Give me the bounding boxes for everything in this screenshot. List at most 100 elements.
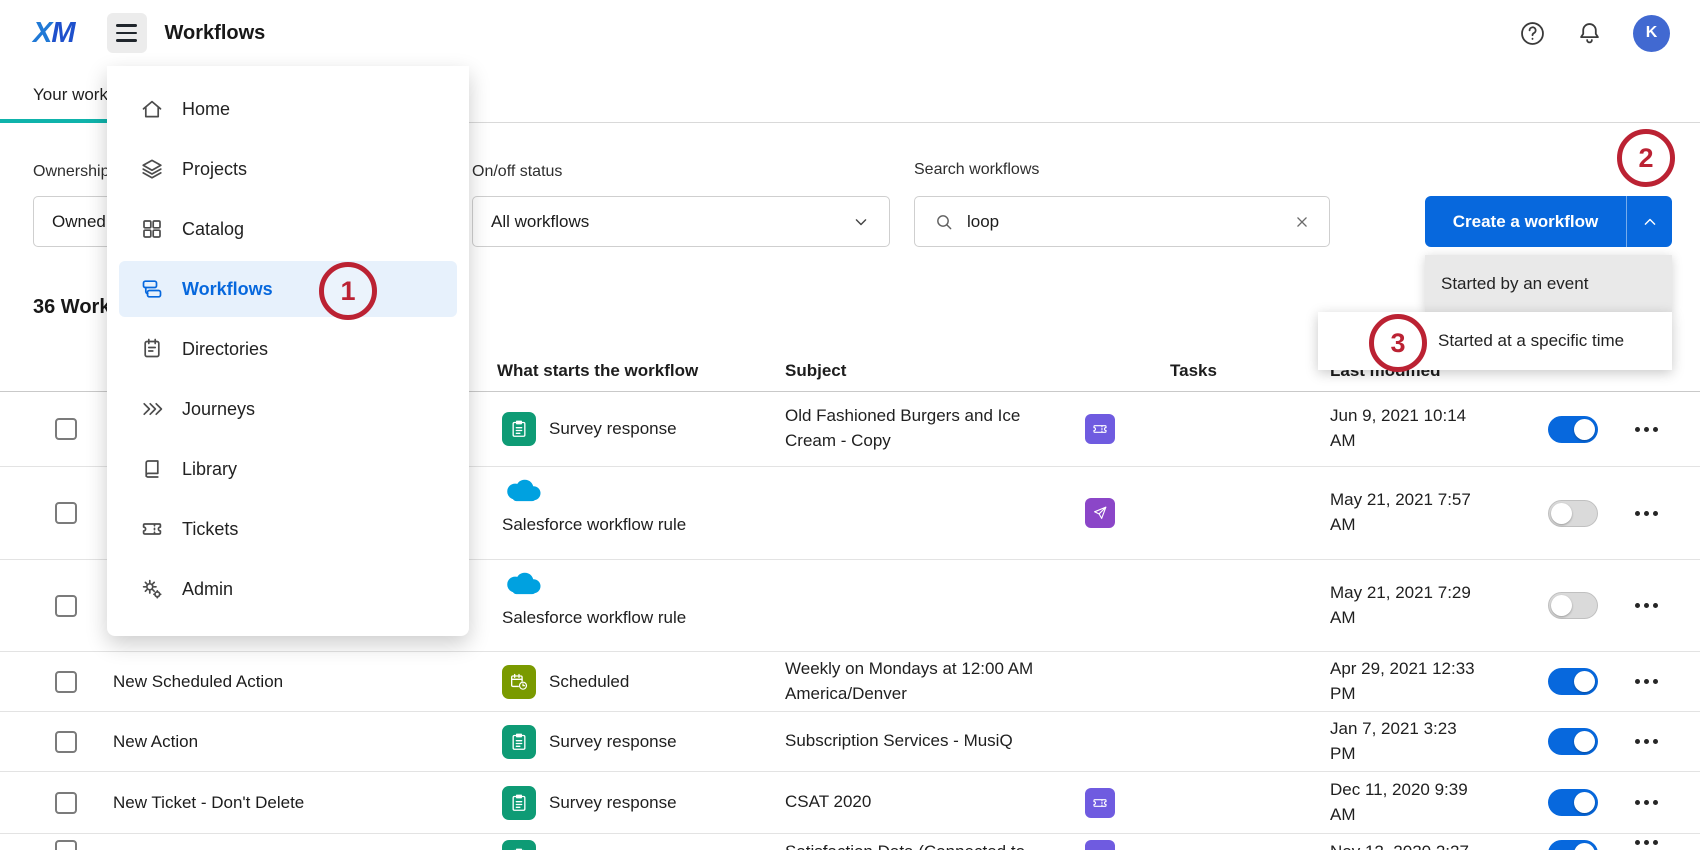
row-actions-button[interactable] bbox=[1625, 427, 1700, 432]
clear-search-icon[interactable] bbox=[1293, 213, 1311, 231]
user-avatar[interactable]: K bbox=[1633, 15, 1670, 52]
table-row: New Ticket - Don't Delete Survey respons… bbox=[0, 772, 1700, 834]
nav-item-admin[interactable]: Admin bbox=[119, 561, 457, 617]
nav-item-directories[interactable]: Directories bbox=[119, 321, 457, 377]
nav-item-workflows[interactable]: Workflows bbox=[119, 261, 457, 317]
xm-logo: XM bbox=[33, 17, 75, 50]
workflow-subject: Satisfaction Data (Connected to Manu bbox=[785, 834, 1085, 850]
row-actions-button[interactable] bbox=[1625, 679, 1700, 684]
catalog-icon bbox=[140, 217, 164, 241]
workflow-subject: CSAT 2020 bbox=[785, 790, 1085, 815]
send-task-icon[interactable] bbox=[1085, 498, 1115, 528]
last-modified: Dec 11, 2020 9:39 AM bbox=[1330, 778, 1520, 827]
nav-item-catalog[interactable]: Catalog bbox=[119, 201, 457, 257]
col-subject: Subject bbox=[785, 361, 1085, 381]
help-button[interactable] bbox=[1519, 20, 1546, 47]
top-bar: XM Workflows K bbox=[0, 0, 1700, 66]
row-checkbox[interactable] bbox=[55, 418, 77, 440]
last-modified: May 21, 2021 7:57 AM bbox=[1330, 488, 1520, 537]
starter-label: Survey response bbox=[549, 419, 677, 439]
survey-response-icon bbox=[502, 786, 536, 820]
library-icon bbox=[140, 457, 164, 481]
table-row: New Scheduled Action Scheduled Weekly on… bbox=[0, 652, 1700, 712]
row-checkbox[interactable] bbox=[55, 840, 77, 850]
scheduled-icon bbox=[502, 665, 536, 699]
workflows-icon bbox=[140, 277, 164, 301]
last-modified: May 21, 2021 7:29 AM bbox=[1330, 581, 1520, 630]
survey-response-icon bbox=[502, 412, 536, 446]
hamburger-menu-button[interactable] bbox=[107, 13, 147, 53]
annotation-circle-1: 1 bbox=[319, 262, 377, 320]
row-checkbox[interactable] bbox=[55, 595, 77, 617]
starter-label: Scheduled bbox=[549, 672, 629, 692]
chevron-up-icon bbox=[1640, 212, 1660, 232]
tickets-icon bbox=[140, 517, 164, 541]
annotation-circle-3: 3 bbox=[1369, 314, 1427, 372]
workflow-toggle[interactable] bbox=[1548, 840, 1598, 850]
directories-icon bbox=[140, 337, 164, 361]
journeys-icon bbox=[140, 397, 164, 421]
workflow-name[interactable] bbox=[105, 834, 497, 840]
starter-label: Survey response bbox=[549, 793, 677, 813]
create-workflow-dropdown-toggle[interactable] bbox=[1627, 196, 1672, 247]
nav-item-tickets[interactable]: Tickets bbox=[119, 501, 457, 557]
workflow-toggle[interactable] bbox=[1548, 500, 1598, 527]
last-modified: Jun 9, 2021 10:14 AM bbox=[1330, 404, 1520, 453]
status-select[interactable]: All workflows bbox=[472, 196, 890, 247]
create-workflow-label[interactable]: Create a workflow bbox=[1425, 196, 1627, 247]
row-checkbox[interactable] bbox=[55, 502, 77, 524]
starter-label: Survey response bbox=[549, 732, 677, 752]
chevron-down-icon bbox=[851, 212, 871, 232]
search-input[interactable] bbox=[967, 212, 1280, 232]
workflow-name[interactable]: New Action bbox=[105, 732, 497, 752]
survey-response-icon bbox=[502, 840, 536, 850]
row-checkbox[interactable] bbox=[55, 792, 77, 814]
search-icon bbox=[934, 212, 954, 232]
workflow-toggle[interactable] bbox=[1548, 789, 1598, 816]
row-checkbox[interactable] bbox=[55, 671, 77, 693]
nav-item-home[interactable]: Home bbox=[119, 81, 457, 137]
admin-icon bbox=[140, 577, 164, 601]
row-actions-button[interactable] bbox=[1625, 511, 1700, 516]
row-actions-button[interactable] bbox=[1625, 800, 1700, 805]
nav-item-journeys[interactable]: Journeys bbox=[119, 381, 457, 437]
workflow-toggle[interactable] bbox=[1548, 728, 1598, 755]
projects-icon bbox=[140, 157, 164, 181]
nav-item-library[interactable]: Library bbox=[119, 441, 457, 497]
workflow-subject: Old Fashioned Burgers and Ice Cream - Co… bbox=[785, 404, 1085, 453]
row-actions-button[interactable] bbox=[1625, 834, 1700, 845]
col-tasks: Tasks bbox=[1085, 361, 1330, 381]
home-icon bbox=[140, 97, 164, 121]
last-modified: Jan 7, 2021 3:23 PM bbox=[1330, 717, 1520, 766]
ticket-task-icon[interactable] bbox=[1085, 414, 1115, 444]
col-starter: What starts the workflow bbox=[497, 361, 785, 381]
menu-item-started-by-event[interactable]: Started by an event bbox=[1425, 255, 1672, 312]
workflow-toggle[interactable] bbox=[1548, 416, 1598, 443]
workflow-subject: Subscription Services - MusiQ bbox=[785, 729, 1085, 754]
last-modified: Nov 12, 2020 2:27 bbox=[1330, 834, 1520, 850]
row-actions-button[interactable] bbox=[1625, 603, 1700, 608]
row-checkbox[interactable] bbox=[55, 731, 77, 753]
ticket-task-icon[interactable] bbox=[1085, 788, 1115, 818]
salesforce-icon bbox=[502, 477, 544, 506]
page-title: Workflows bbox=[165, 22, 266, 45]
table-row: Satisfaction Data (Connected to Manu Nov… bbox=[0, 834, 1700, 850]
annotation-circle-2: 2 bbox=[1617, 129, 1675, 187]
salesforce-icon bbox=[502, 570, 544, 599]
search-box bbox=[914, 196, 1330, 247]
ticket-task-icon[interactable] bbox=[1085, 840, 1115, 850]
starter-label: Salesforce workflow rule bbox=[502, 515, 686, 535]
row-actions-button[interactable] bbox=[1625, 739, 1700, 744]
topbar-actions: K bbox=[1519, 15, 1670, 52]
nav-item-projects[interactable]: Projects bbox=[119, 141, 457, 197]
workflow-name[interactable]: New Scheduled Action bbox=[105, 672, 497, 692]
workflow-toggle[interactable] bbox=[1548, 668, 1598, 695]
ownership-label: Ownership bbox=[33, 163, 109, 181]
create-workflow-button[interactable]: Create a workflow bbox=[1425, 196, 1672, 247]
workflow-name[interactable]: New Ticket - Don't Delete bbox=[105, 793, 497, 813]
search-label: Search workflows bbox=[914, 161, 1039, 179]
status-label: On/off status bbox=[472, 163, 562, 181]
workflow-toggle[interactable] bbox=[1548, 592, 1598, 619]
starter-label: Salesforce workflow rule bbox=[502, 608, 686, 628]
notifications-bell-button[interactable] bbox=[1576, 20, 1603, 47]
